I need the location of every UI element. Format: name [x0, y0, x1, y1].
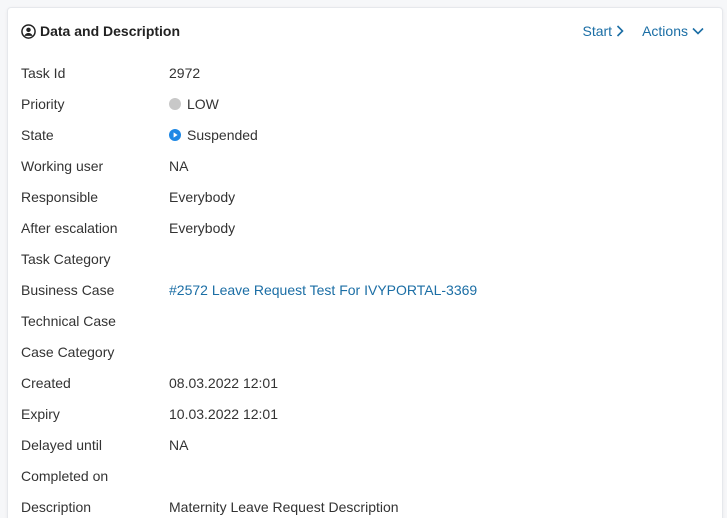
field-label: Created — [21, 374, 71, 391]
field-label: Completed on — [21, 467, 109, 484]
field-value: Maternity Leave Request Description — [169, 498, 399, 515]
field-delayed-until: Delayed until NA — [21, 429, 701, 460]
field-label: Delayed until — [21, 436, 102, 453]
state-value: Suspended — [169, 127, 258, 143]
card-title: Data and Description — [21, 23, 180, 39]
field-expiry: Expiry 10.03.2022 12:01 — [21, 398, 701, 429]
actions-dropdown-button[interactable]: Actions — [642, 23, 704, 39]
field-value: Everybody — [169, 219, 236, 236]
card-header: Data and Description Start Actions — [8, 8, 722, 56]
field-value: 2972 — [169, 64, 201, 81]
field-value: 10.03.2022 12:01 — [169, 405, 278, 422]
priority-low-dot — [169, 97, 181, 110]
field-responsible: Responsible Everybody — [21, 181, 701, 212]
page: Data and Description Start Actions Task … — [0, 0, 727, 518]
field-business-case: Business Case #2572 Leave Request Test F… — [21, 274, 701, 305]
header-actions: Start Actions — [583, 23, 705, 39]
field-label: Expiry — [21, 405, 60, 422]
priority-text: LOW — [187, 95, 219, 112]
field-value: 08.03.2022 12:01 — [169, 374, 278, 391]
business-case-link[interactable]: #2572 Leave Request Test For IVYPORTAL-3… — [169, 282, 477, 298]
field-description: Description Maternity Leave Request Desc… — [21, 491, 701, 518]
field-label: State — [21, 126, 54, 143]
start-button[interactable]: Start — [583, 23, 625, 39]
field-label: Business Case — [21, 281, 115, 298]
field-label: Description — [21, 498, 92, 515]
field-priority: Priority LOW — [21, 88, 701, 119]
field-label: Task Category — [21, 250, 111, 267]
field-label: Case Category — [21, 343, 115, 360]
field-after-escalation: After escalation Everybody — [21, 212, 701, 243]
field-created: Created 08.03.2022 12:01 — [21, 367, 701, 398]
details-list: Task Id 2972 Priority LOW State Suspende… — [21, 57, 701, 518]
field-label: Priority — [21, 95, 65, 112]
field-label: Task Id — [21, 64, 66, 81]
start-button-label: Start — [582, 23, 613, 39]
user-circle-icon — [21, 23, 36, 39]
field-value: NA — [169, 157, 189, 174]
play-circle-icon — [169, 128, 181, 141]
field-technical-case: Technical Case — [21, 305, 701, 336]
field-value: #2572 Leave Request Test For IVYPORTAL-3… — [169, 282, 477, 298]
field-task-category: Task Category — [21, 243, 701, 274]
state-text: Suspended — [187, 126, 258, 143]
field-value: NA — [169, 436, 189, 453]
field-completed-on: Completed on — [21, 460, 701, 491]
field-label: After escalation — [21, 219, 118, 236]
priority-value: LOW — [169, 96, 219, 112]
field-label: Working user — [21, 157, 104, 174]
field-label: Responsible — [21, 188, 99, 205]
field-label: Technical Case — [21, 312, 116, 329]
field-task-id: Task Id 2972 — [21, 57, 701, 88]
chevron-right-icon — [616, 25, 624, 37]
field-working-user: Working user NA — [21, 150, 701, 181]
field-case-category: Case Category — [21, 336, 701, 367]
card-title-text: Data and Description — [40, 23, 181, 39]
actions-button-label: Actions — [642, 23, 688, 39]
chevron-down-icon — [692, 27, 704, 35]
field-value: Everybody — [169, 188, 236, 205]
task-details-card: Data and Description Start Actions Task … — [7, 7, 723, 518]
field-state: State Suspended — [21, 119, 701, 150]
